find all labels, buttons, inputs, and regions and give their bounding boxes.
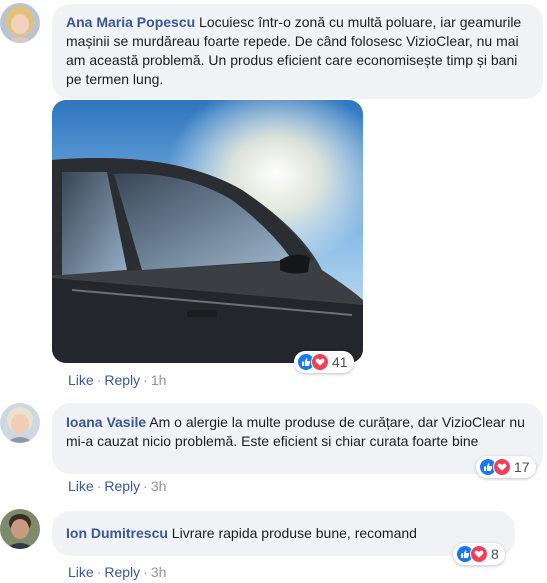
comment-bubble: Ioana Vasile Am o alergie la multe produ… [52, 403, 543, 474]
comment-text: Livrare rapida produse bune, recomand [171, 525, 417, 541]
comment-bubble: Ion Dumitrescu Livrare rapida produse bu… [52, 511, 515, 556]
reactions-count: 41 [332, 354, 348, 370]
like-link[interactable]: Like [68, 372, 94, 388]
comment-author[interactable]: Ioana Vasile [66, 414, 146, 430]
reactions-summary[interactable]: 41 [294, 351, 354, 373]
comment-author[interactable]: Ion Dumitrescu [66, 525, 168, 541]
love-icon [470, 545, 488, 563]
comment-photo[interactable] [52, 100, 363, 363]
love-icon [493, 458, 511, 476]
comment-actions: Like · Reply · 1h [68, 372, 167, 388]
comment-actions: Like · Reply · 3h [68, 478, 167, 494]
love-icon [311, 353, 329, 371]
car-photo-image [52, 100, 363, 363]
comment-timestamp[interactable]: 1h [151, 372, 167, 388]
reactions-summary[interactable]: 17 [476, 456, 536, 478]
reactions-count: 17 [514, 459, 530, 475]
avatar[interactable] [0, 3, 40, 43]
comment-bubble: Ana Maria Popescu Locuiesc într-o zonă c… [52, 4, 543, 99]
like-link[interactable]: Like [68, 564, 94, 580]
comment-author[interactable]: Ana Maria Popescu [66, 14, 195, 30]
comment-timestamp[interactable]: 3h [151, 564, 167, 580]
comment-timestamp[interactable]: 3h [151, 478, 167, 494]
comment-actions: Like · Reply · 3h [68, 564, 167, 580]
avatar[interactable] [0, 403, 40, 443]
reactions-summary[interactable]: 8 [453, 543, 505, 565]
reactions-count: 8 [491, 546, 499, 562]
reply-link[interactable]: Reply [104, 372, 140, 388]
reply-link[interactable]: Reply [104, 564, 140, 580]
reply-link[interactable]: Reply [104, 478, 140, 494]
avatar[interactable] [0, 509, 40, 549]
like-link[interactable]: Like [68, 478, 94, 494]
